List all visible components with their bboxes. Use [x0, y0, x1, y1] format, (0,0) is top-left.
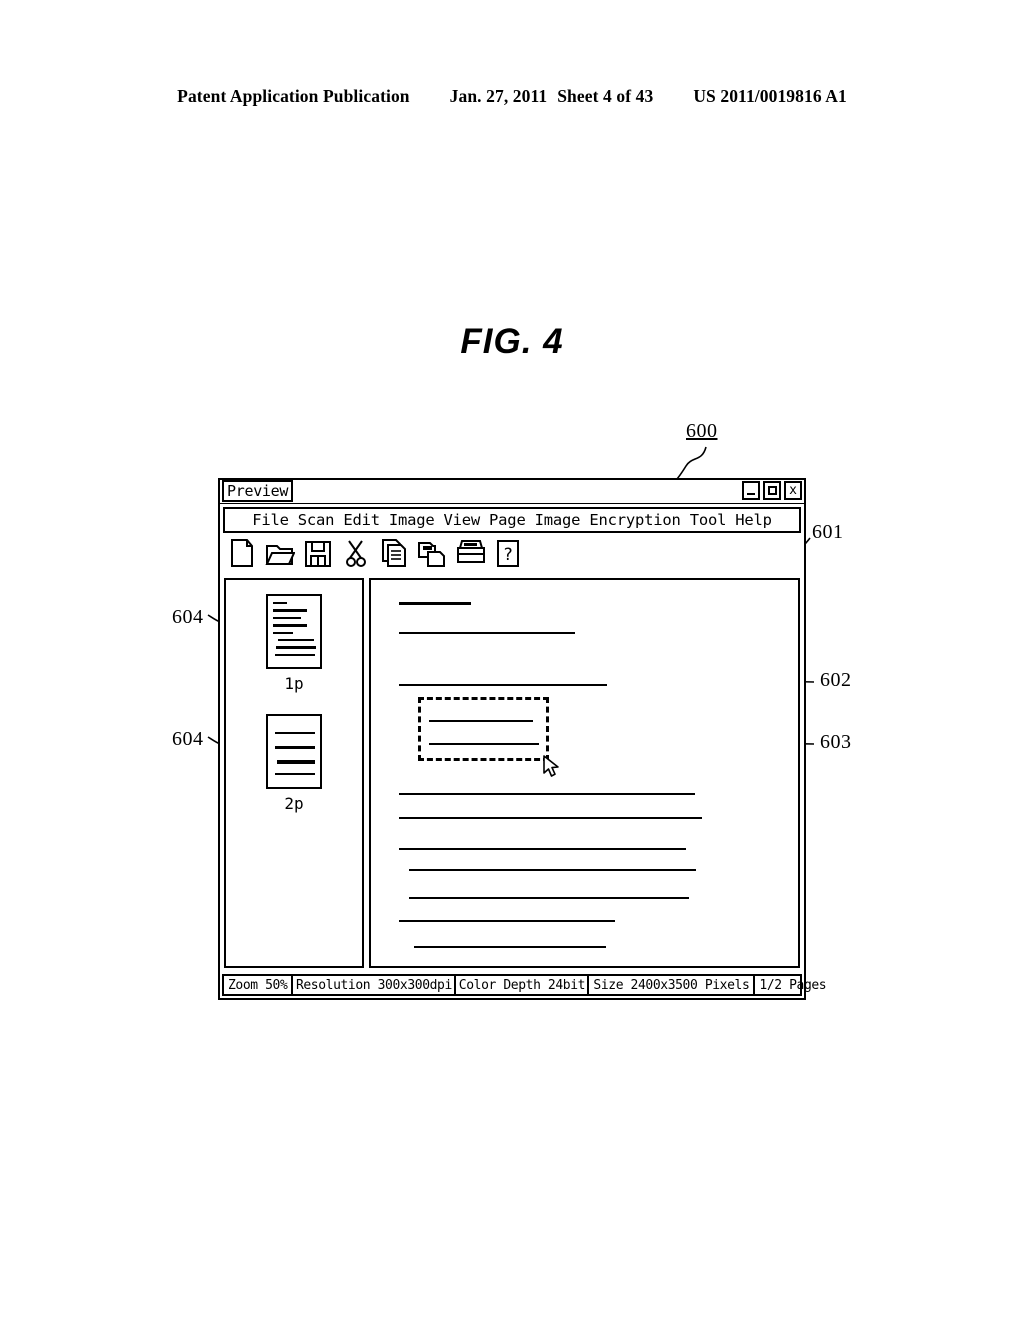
document-line [399, 684, 607, 686]
reference-numeral-604-upper: 604 [172, 606, 204, 628]
document-line [409, 897, 689, 899]
patent-header: Patent Application Publication Jan. 27, … [0, 86, 1024, 112]
document-line [409, 869, 696, 871]
paste-icon[interactable] [417, 537, 447, 569]
minimize-button[interactable] [742, 481, 760, 500]
thumbnail-page-2-label: 2p [284, 794, 304, 813]
copy-icon[interactable] [379, 537, 409, 569]
selection-region-rectangle[interactable] [418, 697, 549, 761]
figure-title: FIG. 4 [460, 322, 564, 361]
reference-numeral-603: 603 [820, 731, 852, 753]
svg-text:?: ? [503, 545, 513, 565]
status-zoom[interactable]: Zoom 50% [224, 976, 294, 994]
maximize-icon [767, 486, 777, 495]
document-line [399, 920, 615, 922]
preview-application-window: Preview x File Scan Edit Image View Page… [218, 478, 827, 1000]
thumbnail-pane[interactable]: 1p 2p [224, 578, 364, 968]
new-document-icon[interactable] [227, 537, 257, 569]
window-body: 1p 2p [224, 578, 800, 968]
window-title: Preview [222, 480, 294, 502]
status-resolution: Resolution 300x300dpi [293, 976, 457, 994]
status-color-depth: Color Depth 24bit [456, 976, 590, 994]
reference-numeral-604-lower: 604 [172, 728, 204, 750]
document-line [399, 817, 702, 819]
thumbnail-item-page-2[interactable]: 2p [266, 714, 322, 813]
patent-number-label: US 2011/0019816 A1 [693, 86, 847, 106]
thumbnail-page-2-image [266, 714, 322, 789]
reference-numeral-600: 600 [686, 420, 718, 442]
menu-item-scan[interactable]: Scan [298, 511, 335, 529]
document-line [399, 848, 686, 850]
menu-item-view[interactable]: View [444, 511, 481, 529]
patent-date-label: Jan. 27, 2011 [449, 86, 548, 106]
maximize-button[interactable] [763, 481, 781, 500]
status-size: Size 2400x3500 Pixels [589, 976, 756, 994]
thumbnail-item-page-1[interactable]: 1p [266, 594, 322, 693]
help-question-icon[interactable]: ? [493, 537, 523, 569]
patent-publication-label: Patent Application Publication [177, 86, 410, 106]
window-titlebar: Preview x [220, 480, 804, 504]
status-bar: Zoom 50% Resolution 300x300dpi Color Dep… [222, 974, 827, 996]
printer-icon[interactable] [455, 537, 485, 569]
menu-item-tool[interactable]: Tool [690, 511, 727, 529]
status-pages: 1/2 Pages [759, 977, 827, 993]
reference-numeral-601: 601 [812, 521, 844, 543]
menu-item-image[interactable]: Image [389, 511, 435, 529]
menu-item-file[interactable]: File [252, 511, 289, 529]
close-button[interactable]: x [784, 481, 802, 500]
menu-bar: File Scan Edit Image View Page Image Enc… [223, 507, 801, 533]
menu-item-help[interactable]: Help [735, 511, 772, 529]
window-controls: x [742, 481, 802, 500]
document-line [399, 602, 471, 605]
scissors-cut-icon[interactable] [341, 537, 371, 569]
patent-sheet-label: Sheet 4 of 43 [557, 86, 654, 106]
thumbnail-page-1-label: 1p [284, 674, 304, 693]
menu-item-image-encryption[interactable]: Image Encryption [535, 511, 681, 529]
save-floppy-icon[interactable] [303, 537, 333, 569]
preview-pane[interactable] [369, 578, 800, 968]
minimize-icon [747, 493, 755, 495]
menu-item-page[interactable]: Page [489, 511, 526, 529]
menu-item-edit[interactable]: Edit [343, 511, 380, 529]
reference-numeral-602: 602 [820, 669, 852, 691]
document-line [399, 632, 575, 634]
document-line [399, 793, 695, 795]
thumbnail-page-1-image [266, 594, 322, 669]
open-folder-icon[interactable] [265, 537, 295, 569]
document-line [414, 946, 606, 948]
toolbar: ? [220, 533, 804, 573]
